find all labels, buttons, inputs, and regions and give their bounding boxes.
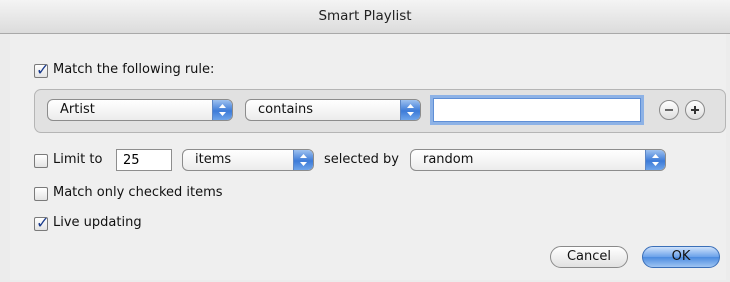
live-updating-label: Live updating (53, 215, 142, 230)
dialog-body: ✓ Match the following rule: Artist conta… (10, 34, 726, 280)
cancel-button[interactable]: Cancel (550, 246, 628, 268)
limit-label: Limit to (53, 152, 103, 167)
rule-row: Artist contains (34, 89, 726, 133)
rule-field-value: Artist (60, 102, 95, 117)
limit-checkbox[interactable] (34, 154, 48, 168)
selected-by-label: selected by (324, 152, 399, 167)
window-title: Smart Playlist (0, 0, 730, 34)
match-rule-checkbox[interactable]: ✓ (34, 60, 49, 79)
limit-count-input[interactable] (116, 149, 172, 171)
checkmark-icon: ✓ (36, 213, 50, 232)
selected-by-popup[interactable]: random (410, 149, 666, 171)
match-checked-checkbox[interactable] (34, 187, 48, 201)
plus-circle-icon (691, 106, 699, 114)
limit-unit-popup[interactable]: items (182, 149, 314, 171)
limit-unit-value: items (195, 152, 232, 167)
rule-value-input[interactable] (433, 98, 641, 122)
popup-arrows-icon (212, 100, 232, 120)
popup-arrows-icon (293, 150, 313, 170)
rule-operator-popup[interactable]: contains (245, 99, 421, 121)
popup-arrows-icon (645, 150, 665, 170)
checkmark-icon: ✓ (36, 60, 50, 79)
selected-by-value: random (423, 152, 474, 167)
minus-circle-icon (665, 109, 673, 111)
rule-field-popup[interactable]: Artist (47, 99, 233, 121)
add-rule-button[interactable] (685, 100, 705, 120)
live-updating-checkbox[interactable]: ✓ (34, 213, 49, 232)
popup-arrows-icon (400, 100, 420, 120)
match-checked-label: Match only checked items (53, 185, 223, 200)
ok-button[interactable]: OK (642, 246, 720, 268)
remove-rule-button[interactable] (659, 100, 679, 120)
rule-operator-value: contains (258, 102, 314, 117)
match-rule-label: Match the following rule: (53, 62, 215, 77)
